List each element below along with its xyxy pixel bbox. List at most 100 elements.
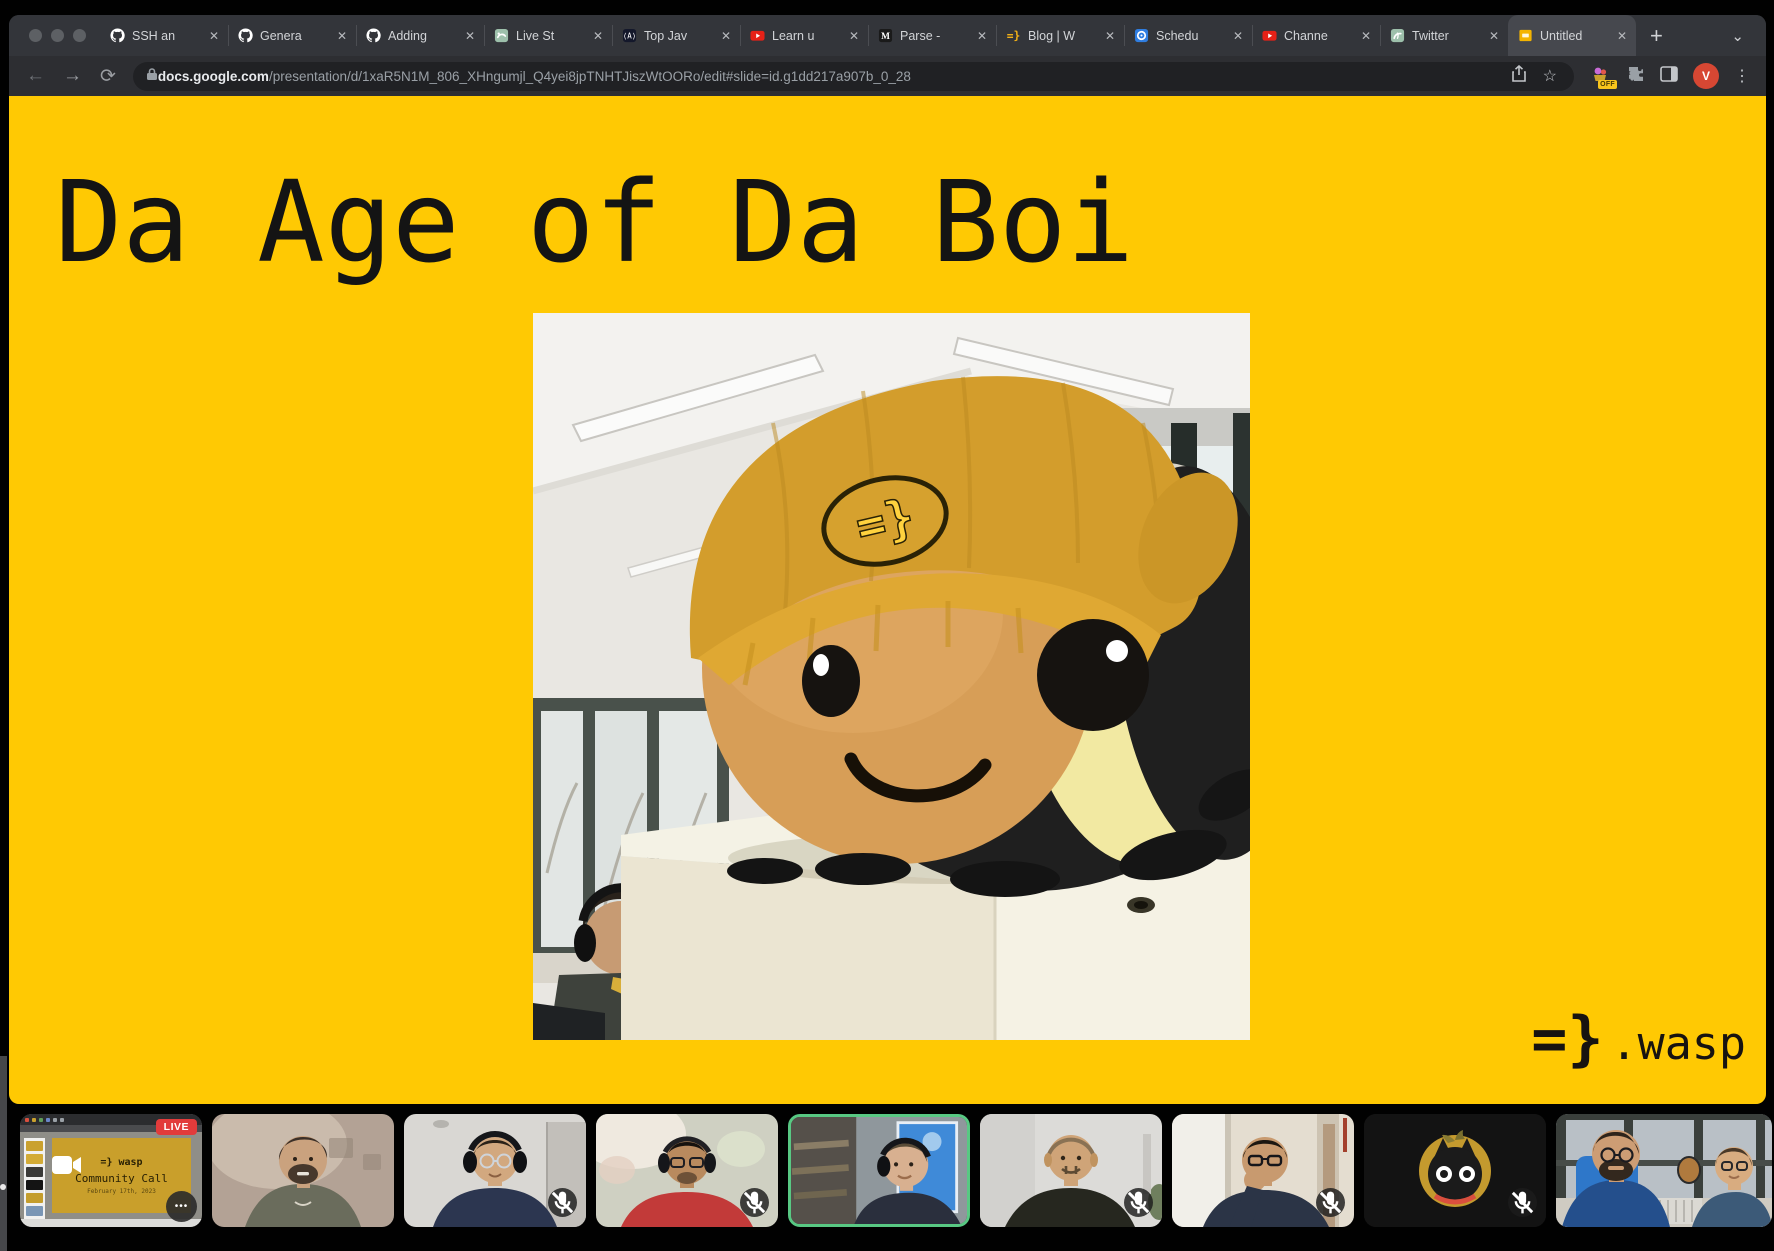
wasp-logo: =} .wasp <box>1531 1004 1746 1074</box>
tab-close-icon[interactable]: ✕ <box>1361 29 1371 43</box>
github-favicon <box>237 28 253 44</box>
new-tab-button[interactable]: + <box>1636 15 1677 56</box>
participant-tile[interactable] <box>404 1114 586 1227</box>
tab-close-icon[interactable]: ✕ <box>977 29 987 43</box>
participant-pair-tile[interactable] <box>1556 1114 1772 1227</box>
google-slides-favicon <box>1517 28 1533 44</box>
profile-avatar[interactable]: V <box>1693 63 1719 89</box>
extension-off-icon[interactable]: OFF <box>1592 66 1612 86</box>
participant-avatar-tile[interactable] <box>1364 1114 1546 1227</box>
tab-title: Adding <box>388 29 458 43</box>
close-window-button[interactable] <box>29 29 42 42</box>
window-controls[interactable] <box>9 15 100 56</box>
tab-title: Live St <box>516 29 586 43</box>
mic-muted-icon <box>1316 1188 1345 1217</box>
tab-title: Genera <box>260 29 330 43</box>
tab-close-icon[interactable]: ✕ <box>721 29 731 43</box>
youtube-favicon <box>749 28 765 44</box>
url-text: docs.google.com/presentation/d/1xaR5N1M_… <box>158 69 911 84</box>
tab-parse-medium[interactable]: M Parse - ✕ <box>868 15 996 56</box>
reload-icon[interactable]: ⟳ <box>91 65 125 88</box>
tab-wasp-blog[interactable]: =} Blog | W ✕ <box>996 15 1124 56</box>
tab-strip: SSH an ✕ Genera ✕ Adding ✕ Live St ✕ ⟨A⟩ <box>9 15 1766 56</box>
tab-close-icon[interactable]: ✕ <box>337 29 347 43</box>
tab-adding[interactable]: Adding ✕ <box>356 15 484 56</box>
tab-title: Learn u <box>772 29 842 43</box>
forward-icon[interactable]: → <box>54 65 91 87</box>
tab-top-javascript[interactable]: ⟨A⟩ Top Jav ✕ <box>612 15 740 56</box>
svg-text:⟨A⟩: ⟨A⟩ <box>622 31 636 40</box>
mini-slide-date: February 17th, 2023 <box>87 1188 156 1195</box>
browser-toolbar: ← → ⟳ docs.google.com/presentation/d/1xa… <box>9 56 1766 96</box>
tab-untitled-slides[interactable]: Untitled ✕ <box>1508 15 1636 56</box>
wasp-logo-word: .wasp <box>1611 1017 1746 1070</box>
tab-close-icon[interactable]: ✕ <box>593 29 603 43</box>
share-icon[interactable] <box>1511 65 1527 87</box>
participant-tile[interactable] <box>980 1114 1162 1227</box>
screenshare-tile[interactable]: =} wasp Community Call February 17th, 20… <box>20 1114 202 1227</box>
screen: SSH an ✕ Genera ✕ Adding ✕ Live St ✕ ⟨A⟩ <box>0 0 1774 1251</box>
tab-close-icon[interactable]: ✕ <box>1105 29 1115 43</box>
tab-close-icon[interactable]: ✕ <box>465 29 475 43</box>
mini-slide-title: Community Call <box>75 1172 168 1185</box>
tile-menu-button[interactable]: ••• <box>166 1191 197 1222</box>
twitter-tool-favicon <box>1389 28 1405 44</box>
participant-tile[interactable] <box>596 1114 778 1227</box>
tab-title: Top Jav <box>644 29 714 43</box>
bee-plush: =} <box>690 376 1250 897</box>
medium-favicon: M <box>877 28 893 44</box>
tab-ssh[interactable]: SSH an ✕ <box>100 15 228 56</box>
tab-close-icon[interactable]: ✕ <box>849 29 859 43</box>
code-article-favicon: ⟨A⟩ <box>621 28 637 44</box>
tab-title: SSH an <box>132 29 202 43</box>
menu-kebab-icon[interactable]: ⋮ <box>1734 66 1750 86</box>
schedule-favicon <box>1133 28 1149 44</box>
participant-tile[interactable] <box>212 1114 394 1227</box>
extensions-puzzle-icon[interactable] <box>1627 65 1645 88</box>
github-favicon <box>109 28 125 44</box>
presentation-slide: Da Age of Da Boi <box>9 96 1766 1104</box>
camera-icon <box>52 1154 82 1176</box>
zoom-window-button[interactable] <box>73 29 86 42</box>
tab-schedule[interactable]: Schedu ✕ <box>1124 15 1252 56</box>
mic-muted-icon <box>548 1188 577 1217</box>
bee-plush-photo: =} <box>533 313 1250 1040</box>
wasp-favicon: =} <box>1005 28 1021 44</box>
back-icon[interactable]: ← <box>17 65 54 87</box>
tab-live-stream[interactable]: Live St ✕ <box>484 15 612 56</box>
tab-general[interactable]: Genera ✕ <box>228 15 356 56</box>
side-panel-icon[interactable] <box>1660 66 1678 87</box>
svg-text:=}: =} <box>1006 30 1020 43</box>
video-call-strip: =} wasp Community Call February 17th, 20… <box>20 1114 1772 1227</box>
live-stream-favicon <box>493 28 509 44</box>
tab-close-icon[interactable]: ✕ <box>1489 29 1499 43</box>
bookmark-star-icon[interactable]: ☆ <box>1543 66 1557 86</box>
tab-channel-youtube[interactable]: Channe ✕ <box>1252 15 1380 56</box>
tab-title: Twitter <box>1412 29 1482 43</box>
tab-learn-youtube[interactable]: Learn u ✕ <box>740 15 868 56</box>
tab-title: Blog | W <box>1028 29 1098 43</box>
address-bar[interactable]: docs.google.com/presentation/d/1xaR5N1M_… <box>133 62 1574 91</box>
svg-text:M: M <box>881 32 890 42</box>
minimize-window-button[interactable] <box>51 29 64 42</box>
mic-muted-icon <box>740 1188 769 1217</box>
participant-tile[interactable] <box>1172 1114 1354 1227</box>
tab-twitter[interactable]: Twitter ✕ <box>1380 15 1508 56</box>
browser-window: SSH an ✕ Genera ✕ Adding ✕ Live St ✕ ⟨A⟩ <box>9 15 1766 1104</box>
toolbar-right-icons: OFF V ⋮ <box>1582 63 1758 89</box>
tab-search-chevron-icon[interactable]: ⌄ <box>1709 15 1766 56</box>
tab-title: Parse - <box>900 29 970 43</box>
github-favicon <box>365 28 381 44</box>
tab-title: Channe <box>1284 29 1354 43</box>
tab-title: Schedu <box>1156 29 1226 43</box>
mini-slide-logo: =} wasp <box>100 1157 142 1168</box>
mic-muted-icon <box>1508 1188 1537 1217</box>
tab-close-icon[interactable]: ✕ <box>209 29 219 43</box>
padlock-icon <box>146 67 158 86</box>
active-speaker-tile[interactable] <box>788 1114 970 1227</box>
youtube-favicon <box>1261 28 1277 44</box>
tab-title: Untitled <box>1540 29 1610 43</box>
mini-filmstrip <box>24 1138 45 1219</box>
tab-close-icon[interactable]: ✕ <box>1617 29 1627 43</box>
tab-close-icon[interactable]: ✕ <box>1233 29 1243 43</box>
